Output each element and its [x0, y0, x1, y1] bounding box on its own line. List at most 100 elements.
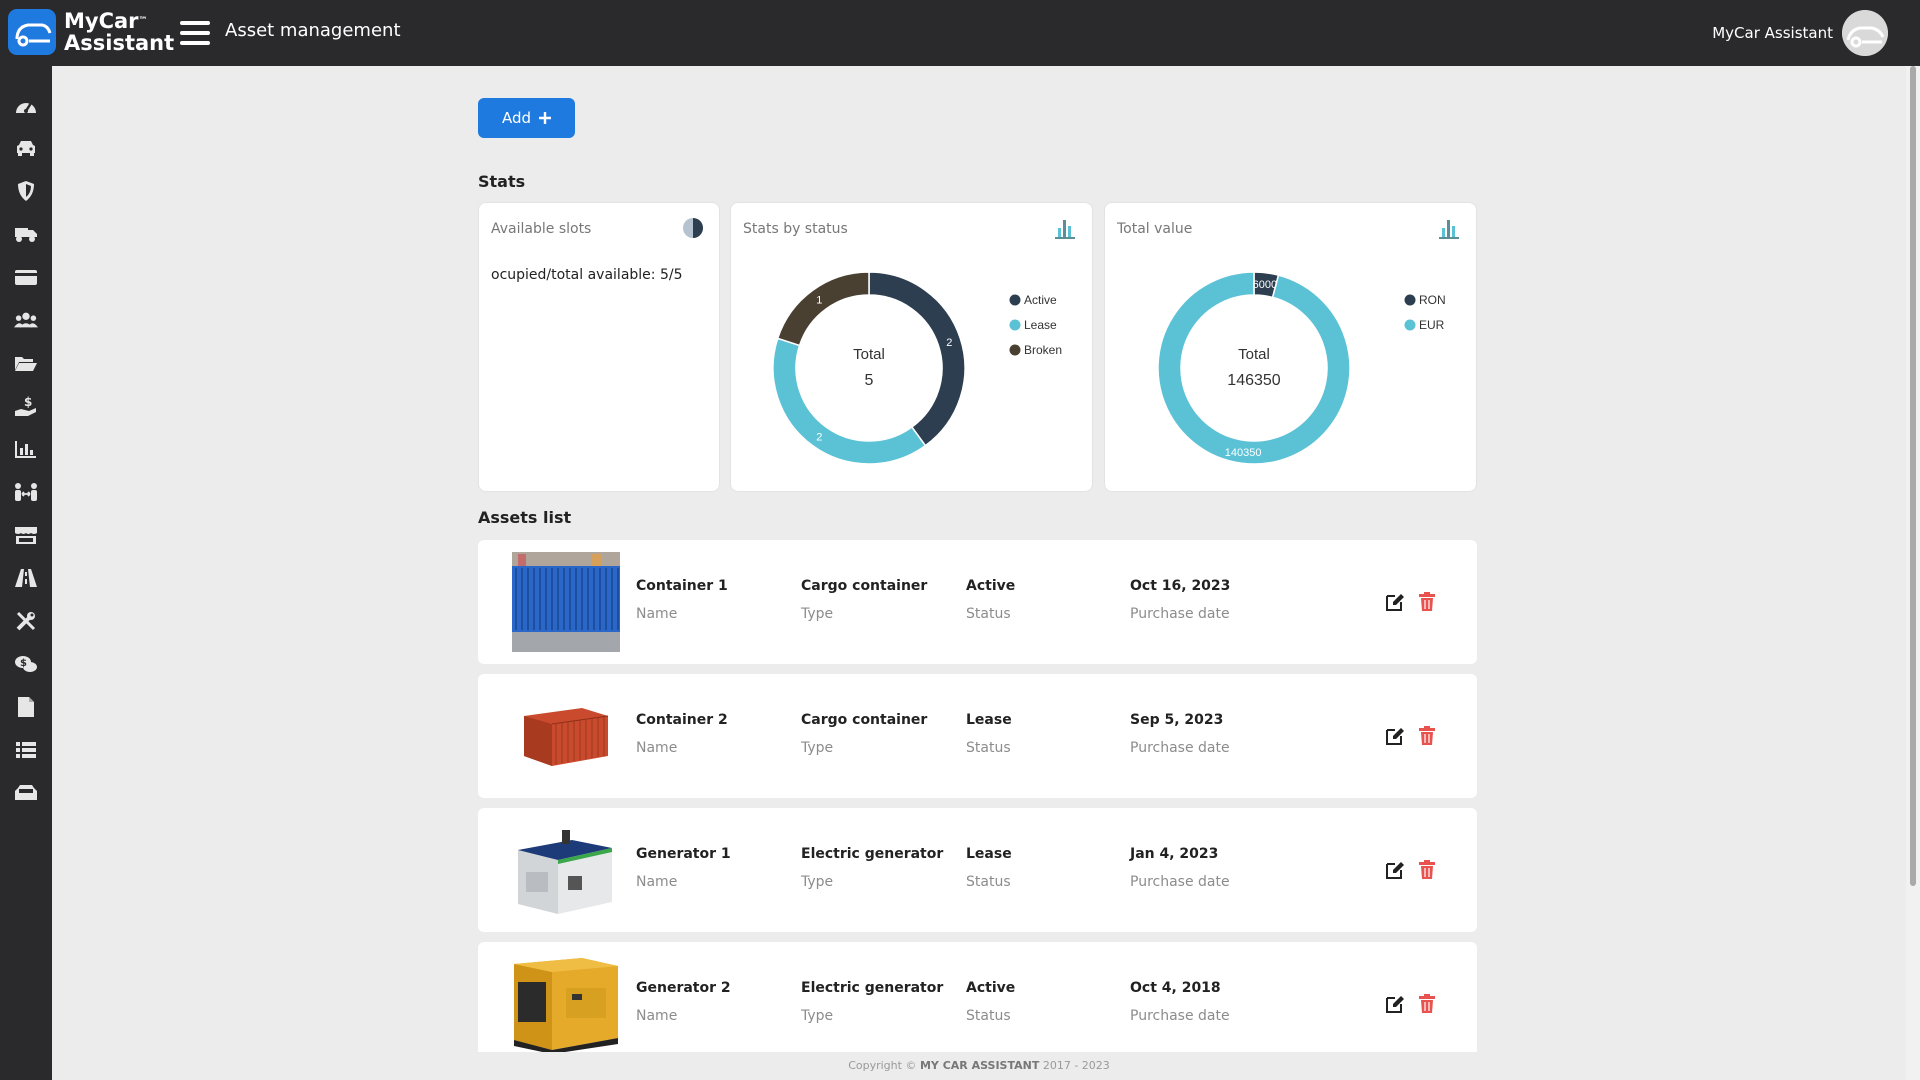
slice-eur[interactable]	[1157, 271, 1351, 465]
edit-icon[interactable]	[1385, 860, 1405, 880]
add-button-label: Add	[501, 109, 532, 127]
edit-icon[interactable]	[1385, 592, 1405, 612]
slice-lease[interactable]	[772, 337, 927, 465]
pie-half-icon[interactable]	[681, 217, 705, 239]
asset-date-field: Sep 5, 2023 Purchase date	[1130, 712, 1230, 756]
name-label: Name	[636, 740, 678, 756]
purchase-date-label: Purchase date	[1130, 740, 1230, 756]
store-icon[interactable]	[14, 523, 38, 547]
legend-item[interactable]: Active	[1024, 293, 1057, 307]
asset-type-field: Cargo container Type	[801, 578, 927, 622]
car-icon[interactable]	[14, 136, 38, 160]
top-bar: MyCar™ Assistant Asset management MyCar …	[0, 0, 1920, 66]
credit-card-icon[interactable]	[14, 265, 38, 289]
asset-row[interactable]: Container 2 Name Cargo container Type Le…	[478, 674, 1477, 798]
asset-purchase-date: Sep 5, 2023	[1130, 712, 1224, 728]
name-label: Name	[636, 1008, 678, 1024]
legend-marker	[1404, 294, 1416, 306]
asset-image	[512, 954, 620, 1054]
people-arrows-icon[interactable]	[14, 480, 38, 504]
type-label: Type	[801, 606, 834, 622]
asset-row[interactable]: Generator 1 Name Electric generator Type…	[478, 808, 1477, 932]
edit-icon[interactable]	[1385, 994, 1405, 1014]
asset-status-field: Lease Status	[966, 712, 1012, 756]
trash-icon[interactable]	[1418, 860, 1436, 880]
asset-type: Electric generator	[801, 980, 944, 996]
logo-text: MyCar™ Assistant	[64, 9, 175, 55]
status-label: Status	[966, 1008, 1011, 1024]
center-label: Total	[853, 346, 885, 363]
logo-icon[interactable]	[8, 9, 56, 55]
asset-type: Cargo container	[801, 578, 928, 594]
center-value: 5	[865, 372, 874, 389]
asset-status: Active	[966, 578, 1016, 594]
trash-icon[interactable]	[1418, 592, 1436, 612]
folder-open-icon[interactable]	[14, 351, 38, 375]
asset-name: Generator 1	[636, 846, 731, 862]
trash-icon[interactable]	[1418, 726, 1436, 746]
asset-purchase-date: Oct 16, 2023	[1130, 578, 1231, 594]
svg-text:$: $	[24, 395, 32, 409]
asset-row[interactable]: Generator 2 Name Electric generator Type…	[478, 942, 1477, 1066]
value-donut-chart: Total 146350 6000 140350 RON EUR	[1157, 271, 1446, 465]
slice-value-label: 2	[816, 431, 822, 443]
type-label: Type	[801, 874, 834, 890]
asset-image	[512, 820, 620, 920]
type-label: Type	[801, 740, 834, 756]
purchase-date-label: Purchase date	[1130, 606, 1230, 622]
asset-date-field: Jan 4, 2023 Purchase date	[1130, 846, 1230, 890]
hand-dollar-icon[interactable]: $	[14, 394, 38, 418]
plus-icon	[539, 112, 552, 124]
speedometer-icon[interactable]	[14, 93, 38, 117]
list-icon[interactable]	[14, 738, 38, 762]
user-name[interactable]: MyCar Assistant	[1712, 24, 1833, 42]
legend-item[interactable]: RON	[1419, 293, 1446, 307]
asset-status: Lease	[966, 846, 1012, 862]
footer-brand[interactable]: MY CAR ASSISTANT	[920, 1059, 1039, 1072]
footer-years: 2017 - 2023	[1042, 1059, 1110, 1072]
legend-marker	[1009, 344, 1021, 356]
status-label: Status	[966, 606, 1011, 622]
stats-title: Stats	[478, 172, 526, 191]
truck-icon[interactable]	[14, 222, 38, 246]
status-donut-chart: Total 5 2 2 1 Active Lease Broken	[772, 271, 1062, 465]
bar-chart-icon[interactable]	[14, 437, 38, 461]
edit-icon[interactable]	[1385, 726, 1405, 746]
status-label: Status	[966, 874, 1011, 890]
legend-item[interactable]: Lease	[1024, 318, 1057, 332]
asset-name-field: Container 1 Name	[636, 578, 728, 622]
trash-icon[interactable]	[1418, 994, 1436, 1014]
assets-list-title: Assets list	[478, 508, 572, 527]
asset-date-field: Oct 16, 2023 Purchase date	[1130, 578, 1230, 622]
avatar[interactable]	[1842, 10, 1888, 56]
asset-status: Lease	[966, 712, 1012, 728]
center-label: Total	[1238, 346, 1270, 363]
asset-status-field: Lease Status	[966, 846, 1012, 890]
menu-toggle-icon[interactable]	[180, 21, 210, 45]
footer-prefix: Copyright ©	[848, 1059, 917, 1072]
asset-name-field: Container 2 Name	[636, 712, 728, 756]
scrollbar[interactable]	[1906, 66, 1920, 1080]
users-icon[interactable]	[14, 308, 38, 332]
available-slots-card: Available slots ocupied/total available:…	[478, 202, 720, 492]
comments-dollar-icon[interactable]: $	[14, 652, 38, 676]
legend-item[interactable]: Broken	[1024, 343, 1062, 357]
slots-text: ocupied/total available: 5/5	[491, 267, 683, 283]
slice-broken[interactable]	[776, 271, 870, 347]
shield-icon[interactable]	[14, 179, 38, 203]
scrollbar-thumb[interactable]	[1910, 66, 1916, 886]
file-icon[interactable]	[14, 695, 38, 719]
name-label: Name	[636, 874, 678, 890]
add-button[interactable]: Add	[478, 98, 575, 138]
name-label: Name	[636, 606, 678, 622]
road-icon[interactable]	[14, 566, 38, 590]
asset-type: Cargo container	[801, 712, 928, 728]
tools-icon[interactable]	[14, 609, 38, 633]
status-label: Status	[966, 740, 1011, 756]
legend-item[interactable]: EUR	[1419, 318, 1445, 332]
footer: Copyright © MY CAR ASSISTANT 2017 - 2023	[52, 1052, 1906, 1080]
asset-purchase-date: Jan 4, 2023	[1130, 846, 1219, 862]
asset-row[interactable]: Container 1 Name Cargo container Type Ac…	[478, 540, 1477, 664]
inbox-car-icon[interactable]	[14, 781, 38, 805]
asset-name-field: Generator 2 Name	[636, 980, 731, 1024]
